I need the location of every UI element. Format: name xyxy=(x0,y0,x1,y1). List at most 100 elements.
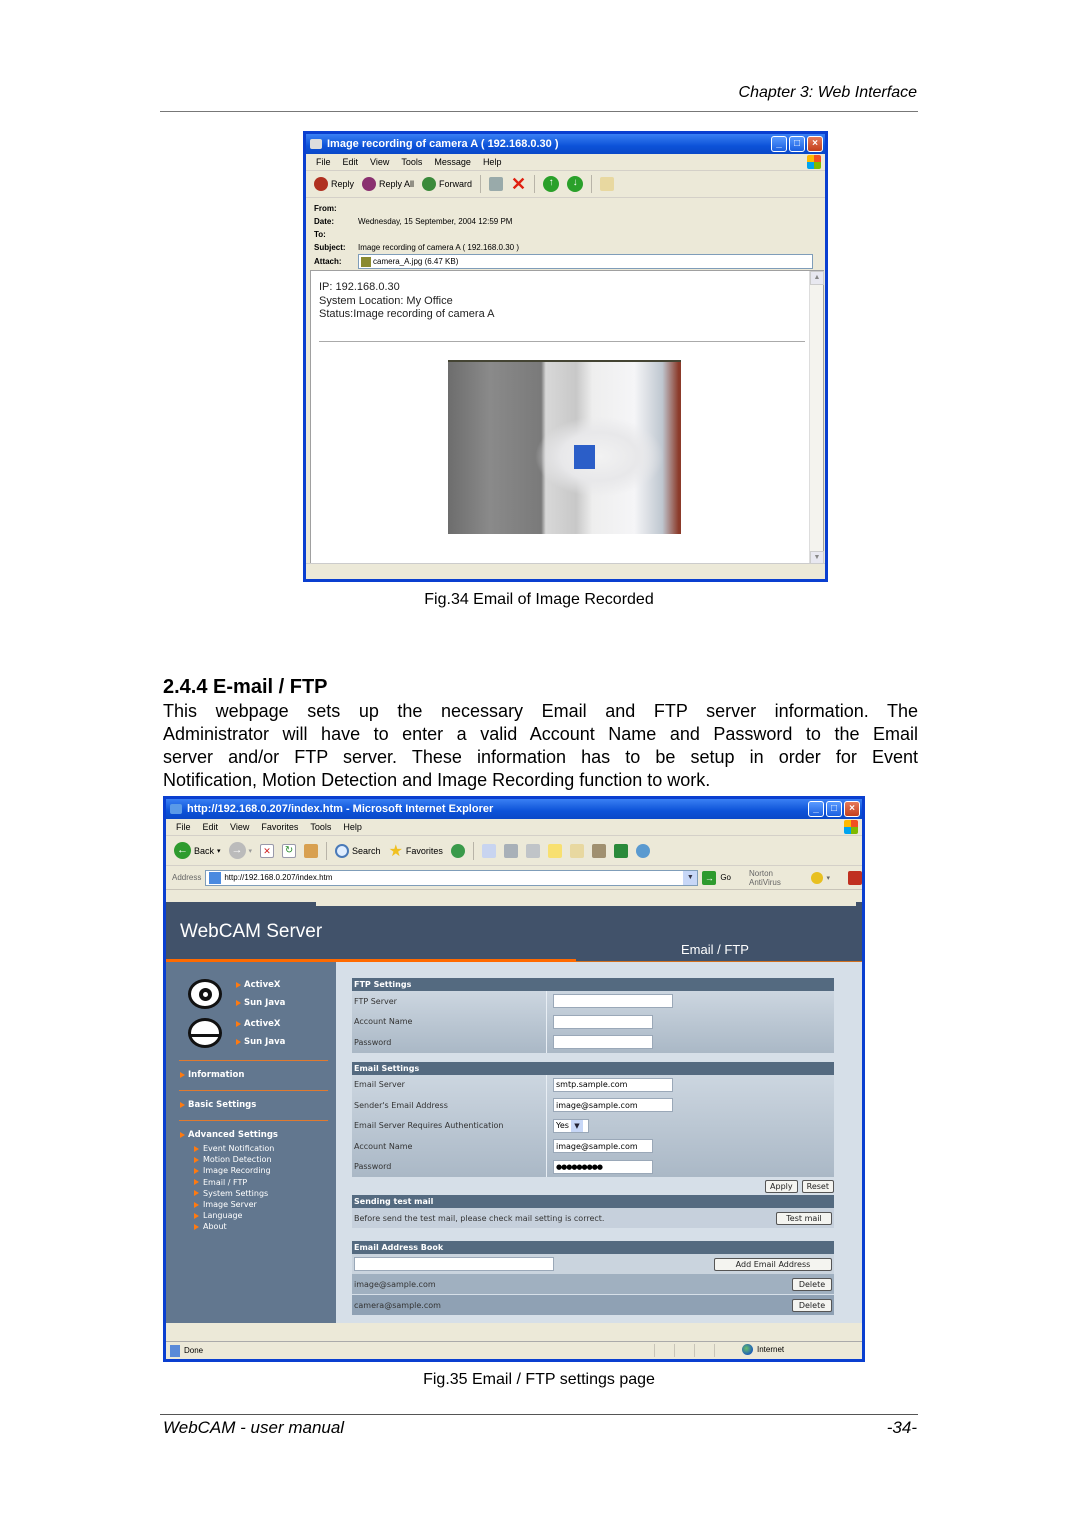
sidebar-item-advanced-settings[interactable]: Advanced Settings xyxy=(180,1130,278,1140)
delete-button[interactable]: Delete xyxy=(792,1277,832,1291)
chevron-down-icon[interactable]: ▼ xyxy=(570,1119,583,1132)
app-title: WebCAM Server xyxy=(180,921,323,942)
ftp-password-input[interactable] xyxy=(553,1035,653,1050)
cam1-activex-link[interactable]: ActiveX xyxy=(236,980,280,990)
reply-button[interactable]: Reply xyxy=(314,177,354,191)
chevron-down-icon[interactable]: ▼ xyxy=(683,870,698,885)
menu-file[interactable]: File xyxy=(176,822,191,832)
apply-button[interactable]: Apply xyxy=(765,1179,798,1193)
ie-icon xyxy=(170,804,182,814)
close-button[interactable]: × xyxy=(844,801,860,817)
subject-value: Image recording of camera A ( 192.168.0.… xyxy=(358,243,519,252)
sidebar-divider xyxy=(179,1120,328,1121)
chevron-down-icon[interactable]: ▾ xyxy=(249,847,253,855)
sidebar-item-email-ftp[interactable]: Email / FTP xyxy=(194,1177,274,1188)
scroll-up-icon[interactable]: ▲ xyxy=(810,271,824,285)
sidebar-item-basic-settings[interactable]: Basic Settings xyxy=(180,1100,256,1110)
menu-file[interactable]: File xyxy=(316,157,331,167)
ftp-account-input[interactable] xyxy=(553,1014,653,1029)
maximize-button[interactable]: □ xyxy=(789,136,805,152)
close-button[interactable]: × xyxy=(807,136,823,152)
stop-icon[interactable]: ✕ xyxy=(260,843,275,858)
chevron-down-icon[interactable]: ▾ xyxy=(827,874,831,882)
ftp-settings-header: FTP Settings xyxy=(352,978,834,991)
menu-view[interactable]: View xyxy=(230,822,249,832)
forward-button[interactable]: → ▾ xyxy=(228,842,253,859)
forward-button[interactable]: Forward xyxy=(422,177,472,191)
add-email-address-button[interactable]: Add Email Address xyxy=(714,1257,832,1271)
next-arrow-icon[interactable]: ↓ xyxy=(567,176,584,192)
menu-edit[interactable]: Edit xyxy=(343,157,359,167)
attach-label: Attach: xyxy=(314,257,342,266)
arrow-icon xyxy=(194,1190,199,1197)
chevron-down-icon[interactable]: ▾ xyxy=(217,847,221,855)
menu-help[interactable]: Help xyxy=(343,822,362,832)
sidebar-item-information[interactable]: Information xyxy=(180,1070,244,1080)
delete-button[interactable]: Delete xyxy=(792,1298,832,1312)
print-icon[interactable] xyxy=(489,177,504,191)
media-icon[interactable] xyxy=(591,843,606,858)
address-book-entry: image@sample.com Delete xyxy=(352,1274,834,1294)
back-button[interactable]: ← Back ▾ xyxy=(174,842,221,859)
previous-arrow-icon[interactable]: ↑ xyxy=(543,176,560,192)
attachment-box: camera_A.jpg (6.47 KB) xyxy=(358,254,813,269)
pdf-icon[interactable] xyxy=(848,870,862,885)
delete-icon[interactable]: ✕ xyxy=(511,175,526,193)
menu-edit[interactable]: Edit xyxy=(203,822,219,832)
email-password-input[interactable]: ●●●●●●●●● xyxy=(553,1159,653,1174)
maximize-button[interactable]: □ xyxy=(826,801,842,817)
cam2-activex-link[interactable]: ActiveX xyxy=(236,1019,280,1029)
research-icon[interactable] xyxy=(569,843,584,858)
sidebar-item-event-notification[interactable]: Event Notification xyxy=(194,1143,274,1154)
test-mail-button[interactable]: Test mail xyxy=(776,1211,832,1225)
email-account-input[interactable]: image@sample.com xyxy=(553,1139,653,1154)
sender-email-input[interactable]: image@sample.com xyxy=(553,1098,673,1113)
webcam-page: WebCAM Server Email / FTP ActiveX Sun Ja… xyxy=(166,902,862,1323)
search-button[interactable]: Search xyxy=(335,843,381,858)
minimize-button[interactable]: _ xyxy=(808,801,824,817)
zone-label: Internet xyxy=(757,1345,785,1354)
menu-message[interactable]: Message xyxy=(434,157,471,167)
email-server-input[interactable]: smtp.sample.com xyxy=(553,1077,673,1092)
reset-button[interactable]: Reset xyxy=(801,1179,834,1193)
edit-icon[interactable] xyxy=(525,843,540,858)
messenger-icon[interactable] xyxy=(635,843,650,858)
refresh-icon[interactable]: ↻ xyxy=(282,843,297,858)
norton-icon[interactable] xyxy=(810,871,823,884)
ftp-server-input[interactable] xyxy=(553,994,673,1009)
new-email-input[interactable] xyxy=(354,1257,554,1271)
sidebar-item-about[interactable]: About xyxy=(194,1221,274,1232)
arrow-icon xyxy=(180,1102,185,1108)
menu-tools[interactable]: Tools xyxy=(401,157,422,167)
go-arrow-icon[interactable]: → xyxy=(702,870,717,885)
addresses-icon[interactable] xyxy=(600,177,615,191)
menu-tools[interactable]: Tools xyxy=(310,822,331,832)
mail-icon[interactable] xyxy=(481,843,496,858)
reply-all-button[interactable]: Reply All xyxy=(362,177,414,191)
cam1-sunjava-link[interactable]: Sun Java xyxy=(236,998,285,1008)
history-icon[interactable] xyxy=(450,843,465,858)
favorites-button[interactable]: ★ Favorites xyxy=(389,841,443,861)
windows-logo-icon xyxy=(807,155,821,169)
menu-favorites[interactable]: Favorites xyxy=(261,822,298,832)
auth-select[interactable]: Yes ▼ xyxy=(553,1118,589,1133)
go-button[interactable]: Go xyxy=(720,873,731,882)
sidebar-item-image-server[interactable]: Image Server xyxy=(194,1199,274,1210)
print-icon[interactable] xyxy=(503,843,518,858)
cam2-sunjava-link[interactable]: Sun Java xyxy=(236,1037,285,1047)
notes-icon[interactable] xyxy=(547,843,562,858)
sidebar-item-motion-detection[interactable]: Motion Detection xyxy=(194,1154,274,1165)
menu-help[interactable]: Help xyxy=(483,157,502,167)
minimize-button[interactable]: _ xyxy=(771,136,787,152)
sidebar-item-language[interactable]: Language xyxy=(194,1210,274,1221)
home-icon[interactable] xyxy=(304,843,319,858)
vertical-scrollbar[interactable]: ▲ ▼ xyxy=(809,271,824,565)
sidebar-item-image-recording[interactable]: Image Recording xyxy=(194,1165,274,1176)
email-window: Image recording of camera A ( 192.168.0.… xyxy=(303,131,828,582)
attachment-link[interactable]: camera_A.jpg (6.47 KB) xyxy=(373,255,458,268)
icq-icon[interactable] xyxy=(613,843,628,858)
address-input[interactable]: http://192.168.0.207/index.htm ▼ xyxy=(205,869,699,886)
security-zone: Internet xyxy=(742,1344,784,1355)
sidebar-item-system-settings[interactable]: System Settings xyxy=(194,1188,274,1199)
menu-view[interactable]: View xyxy=(370,157,389,167)
